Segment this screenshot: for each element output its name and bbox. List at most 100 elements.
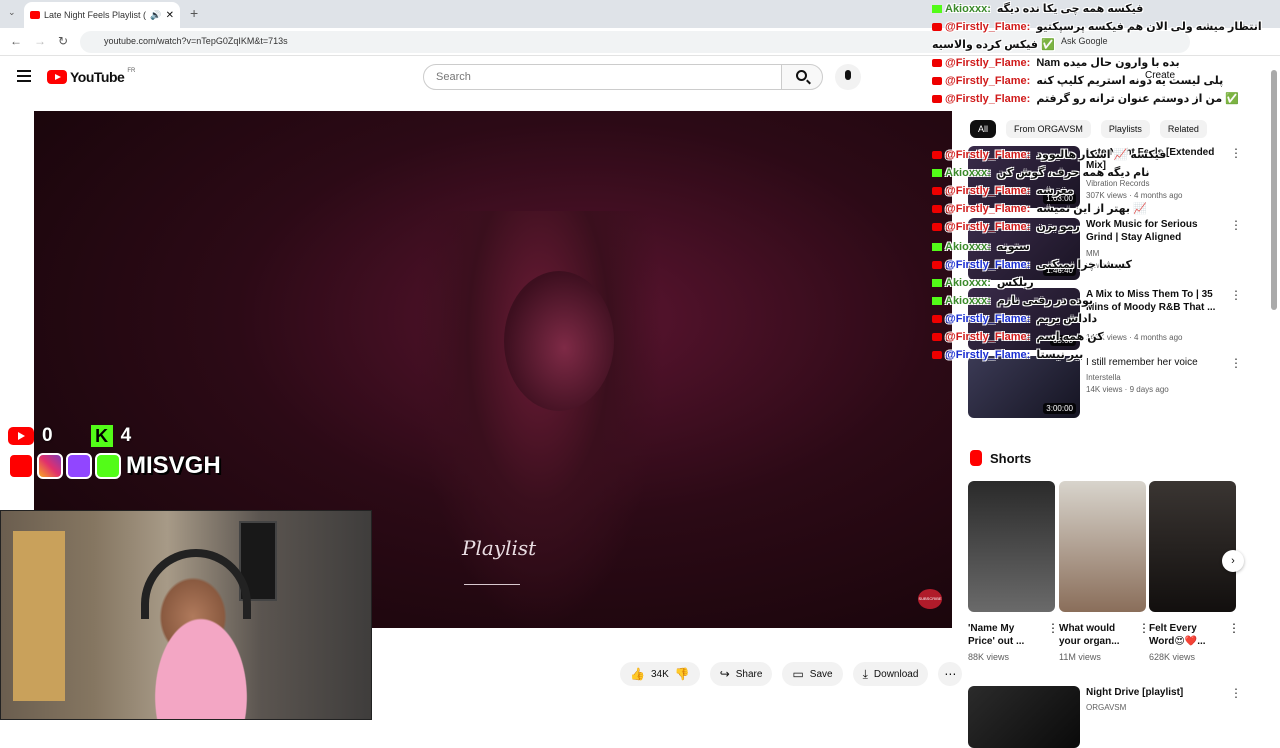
search-icon	[796, 70, 807, 81]
video-thumbnail: 35:08	[968, 288, 1080, 350]
short-thumbnail	[1059, 481, 1146, 612]
more-options-icon[interactable]: ⋮	[1230, 356, 1242, 370]
video-thumbnail	[968, 686, 1080, 748]
video-thumbnail: 3:00:00	[968, 356, 1080, 418]
thumbs-up-icon: 👍	[630, 667, 645, 681]
download-icon: ⤓	[862, 666, 868, 681]
video-meta: 307K views · 4 months ago	[1086, 191, 1183, 200]
video-meta: 141K views · 4 months ago	[1086, 333, 1183, 342]
short-item[interactable]: 'Name My Price' out ... 88K views ⋮	[968, 481, 1059, 662]
youtube-social-icon	[8, 453, 34, 479]
more-options-icon[interactable]: ⋮	[1047, 621, 1059, 635]
short-thumbnail	[968, 481, 1055, 612]
video-figure-head	[504, 271, 614, 411]
youtube-viewer-count: 0	[42, 425, 53, 446]
video-title: I still remember her voice	[1086, 357, 1198, 368]
recommendations-sidebar: All From ORGAVSM Playlists Related 1:03:…	[952, 100, 1280, 748]
subscribe-watermark[interactable]: SUBSCRIBE	[918, 589, 942, 609]
reload-icon[interactable]: ↻	[58, 34, 68, 48]
close-tab-icon[interactable]: ✕	[166, 10, 174, 21]
download-button[interactable]: ⤓ Download	[852, 662, 929, 686]
youtube-logo[interactable]: YouTube FR	[47, 68, 135, 85]
shorts-header: Shorts	[970, 450, 1031, 466]
video-title: Work Music for Serious Grind | Stay Alig…	[1086, 219, 1198, 243]
short-item[interactable]: Felt Every Word😍❤️... 628K views ⋮	[1149, 481, 1240, 662]
short-views: 88K views	[968, 652, 1010, 662]
streamer-handle: MISVGH	[126, 452, 221, 479]
shorts-next-icon[interactable]: ›	[1222, 550, 1244, 572]
thumbs-down-icon[interactable]: 👎	[675, 667, 690, 681]
stream-socials: MISVGH	[8, 452, 221, 480]
video-actions: 👍 34K 👎 ↪ Share ▭ Save ⤓ Download ⋯	[620, 662, 963, 686]
video-figure	[414, 211, 664, 628]
filter-chips: All From ORGAVSM Playlists Related	[970, 120, 1207, 138]
back-icon[interactable]: ←	[10, 34, 22, 48]
short-title: What would your organ...	[1059, 623, 1120, 647]
short-thumbnail	[1149, 481, 1236, 612]
chip-from-channel[interactable]: From ORGAVSM	[1006, 120, 1091, 138]
kick-social-icon	[95, 453, 121, 479]
tab-list-icon[interactable]: ⌄	[8, 7, 16, 18]
share-button[interactable]: ↪ Share	[709, 662, 773, 686]
address-bar[interactable]: youtube.com/watch?v=nTepG0ZqIKM&t=713s	[80, 31, 1190, 53]
video-title: Night Drive [playlist]	[1086, 687, 1184, 698]
kick-viewer-count: 4	[120, 425, 132, 446]
more-options-icon[interactable]: ⋮	[1228, 621, 1240, 635]
short-views: 628K views	[1149, 652, 1196, 662]
new-tab-icon[interactable]: +	[190, 5, 198, 21]
search-input[interactable]: Search	[423, 64, 783, 90]
shorts-icon	[970, 450, 982, 466]
audio-icon[interactable]: 🔊	[150, 10, 161, 21]
chip-playlists[interactable]: Playlists	[1100, 120, 1150, 138]
like-button[interactable]: 👍 34K 👎	[620, 662, 700, 686]
ask-google-button[interactable]: Ask Google	[1061, 36, 1108, 46]
tab-title: Late Night Feels Playlist (pl	[44, 10, 147, 20]
stream-viewer-counts: 0 K 4	[8, 425, 161, 447]
scrollbar[interactable]	[1271, 70, 1277, 310]
more-options-icon[interactable]: ⋮	[1230, 218, 1242, 232]
video-thumbnail: 1:46:40	[968, 218, 1080, 280]
create-button[interactable]: Create	[1145, 70, 1175, 81]
short-title: 'Name My Price' out ...	[968, 623, 1025, 647]
webcam-headset	[141, 549, 251, 619]
short-views: 11M views	[1059, 652, 1101, 662]
youtube-favicon-icon	[30, 11, 40, 19]
browser-tab[interactable]: Late Night Feels Playlist (pl 🔊 ✕	[24, 2, 180, 28]
youtube-icon	[8, 427, 34, 445]
youtube-header: YouTube FR Search Create	[0, 56, 1280, 100]
video-overlay-line	[464, 584, 520, 585]
search-button[interactable]	[781, 64, 823, 90]
more-options-icon[interactable]: ⋮	[1230, 686, 1242, 700]
video-meta: 14K views · 9 days ago	[1086, 385, 1169, 394]
channel-name: Interstella	[1086, 373, 1121, 382]
youtube-play-icon	[47, 70, 67, 84]
recommendation-item[interactable]: 35:08 A Mix to Miss Them To | 35 Mins of…	[968, 288, 1268, 350]
short-title: Felt Every Word😍❤️...	[1149, 623, 1206, 647]
browser-tab-bar: ⌄ Late Night Feels Playlist (pl 🔊 ✕ +	[0, 0, 1280, 28]
chip-related[interactable]: Related	[1159, 120, 1207, 138]
url-text: youtube.com/watch?v=nTepG0ZqIKM&t=713s	[104, 36, 288, 46]
recommendation-item[interactable]: 3:00:00 I still remember her voice Inter…	[968, 356, 1268, 418]
recommendation-item[interactable]: Night Drive [playlist] ORGAVSM ⋮	[968, 686, 1268, 748]
kick-icon: K	[90, 425, 113, 447]
more-options-icon[interactable]: ⋮	[1230, 146, 1242, 160]
save-button[interactable]: ▭ Save	[782, 662, 843, 686]
webcam-door	[13, 531, 65, 701]
video-overlay-title: Playlist	[462, 536, 537, 560]
recommendation-item[interactable]: 1:46:40 Work Music for Serious Grind | S…	[968, 218, 1268, 280]
channel-name: ORGAVSM	[1086, 703, 1127, 712]
twitch-icon	[66, 453, 92, 479]
share-icon: ↪	[719, 667, 730, 681]
channel-name: Vibration Records	[1086, 179, 1150, 188]
video-title: A Mix to Miss Them To | 35 Mins of Moody…	[1086, 289, 1216, 313]
recommendation-item[interactable]: 1:03:00 Late Night Feels [Extended Mix] …	[968, 146, 1268, 208]
webcam-feed	[0, 510, 372, 720]
browser-toolbar: ← → ↻ youtube.com/watch?v=nTepG0ZqIKM&t=…	[0, 28, 1280, 56]
chip-all[interactable]: All	[970, 120, 997, 138]
short-item[interactable]: What would your organ... 11M views ⋮	[1059, 481, 1150, 662]
forward-icon[interactable]: →	[34, 34, 46, 48]
more-options-icon[interactable]: ⋮	[1230, 288, 1242, 302]
voice-search-icon[interactable]	[835, 64, 861, 90]
video-meta: views · ago	[1086, 261, 1127, 270]
menu-icon[interactable]	[17, 70, 31, 82]
